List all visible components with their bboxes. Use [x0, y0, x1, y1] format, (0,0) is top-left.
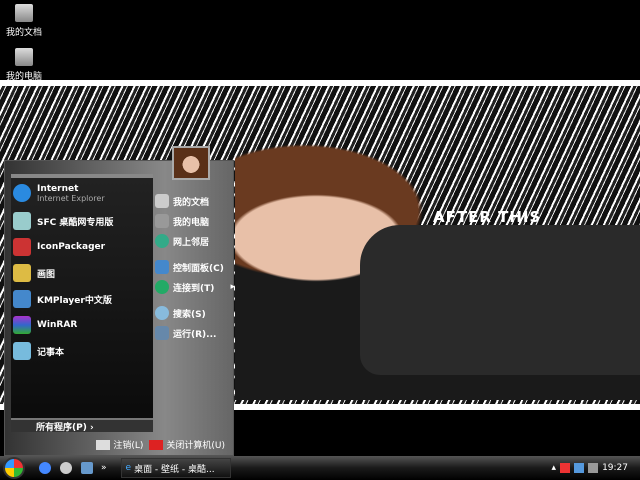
program-label: 记事本: [37, 347, 65, 358]
all-programs-label: 所有程序(P): [36, 423, 87, 433]
places-list: 我的文档 我的电脑 网上邻居 控制面板(C) 连接到(T) ▸ 搜索(S) 运行(…: [155, 191, 235, 343]
notepad-icon: [13, 342, 31, 360]
show-hidden-icons[interactable]: ▴: [552, 463, 557, 473]
qq-icon[interactable]: [560, 463, 571, 473]
network-icon: [155, 234, 169, 248]
program-label: SFC 桌酷网专用版: [37, 217, 114, 228]
taskbar: » e 桌面 - 壁纸 - 桌酷... ▴ 19:27: [0, 456, 640, 480]
search-icon: [155, 306, 169, 320]
start-button[interactable]: [3, 457, 25, 479]
place-control-panel[interactable]: 控制面板(C): [155, 257, 235, 277]
run-icon: [155, 326, 169, 340]
place-label: 连接到(T): [173, 283, 215, 294]
network-status-icon[interactable]: [574, 463, 585, 473]
wallpaper-dress: [360, 225, 640, 375]
folder-icon: [15, 4, 33, 22]
desktop-quicklaunch-icon[interactable]: [81, 462, 93, 474]
program-winrar[interactable]: WinRAR: [11, 312, 153, 338]
globe-quicklaunch-icon[interactable]: [60, 462, 72, 474]
program-label: Internet: [37, 183, 79, 194]
place-search[interactable]: 搜索(S): [155, 303, 235, 323]
computer-icon: [155, 214, 169, 228]
volume-icon[interactable]: [588, 463, 599, 473]
sfc-icon: [13, 212, 31, 230]
program-ie[interactable]: Internet Internet Explorer: [11, 178, 153, 208]
program-kmplayer[interactable]: KMPlayer中文版: [11, 286, 153, 312]
control-panel-icon: [155, 260, 169, 274]
icon-label: 我的电脑: [5, 72, 42, 82]
paint-icon: [13, 264, 31, 282]
documents-icon: [155, 194, 169, 208]
ie-quicklaunch-icon[interactable]: [39, 462, 51, 474]
chevron-right-icon: ▸: [230, 282, 235, 292]
shutdown-button[interactable]: 关闭计算机(U): [149, 438, 225, 451]
pinned-programs: Internet Internet Explorer SFC 桌酷网专用版 Ico…: [11, 174, 153, 433]
desktop-icon-my-documents[interactable]: 我的文档: [4, 4, 44, 38]
program-notepad[interactable]: 记事本: [11, 338, 153, 364]
start-menu: Internet Internet Explorer SFC 桌酷网专用版 Ico…: [4, 160, 235, 456]
place-run[interactable]: 运行(R)...: [155, 323, 235, 343]
program-label: 画图: [37, 269, 56, 280]
program-sfc[interactable]: SFC 桌酷网专用版: [11, 208, 153, 234]
program-paint[interactable]: 画图: [11, 260, 153, 286]
user-avatar[interactable]: [172, 146, 210, 180]
system-tray: ▴ 19:27: [552, 463, 640, 473]
program-iconpackager[interactable]: IconPackager: [11, 234, 153, 260]
place-label: 搜索(S): [173, 309, 206, 320]
wallpaper-text: AFTER THIS: [433, 208, 542, 226]
kmplayer-icon: [13, 290, 31, 308]
iconpackager-icon: [13, 238, 31, 256]
program-label: IconPackager: [37, 242, 106, 252]
place-label: 我的文档: [173, 197, 210, 208]
logoff-label: 注销(L): [113, 440, 144, 451]
program-sublabel: Internet Explorer: [37, 193, 105, 203]
start-menu-footer: 注销(L) 关闭计算机(U): [5, 433, 233, 455]
icon-label: 我的文档: [5, 28, 42, 38]
place-my-documents[interactable]: 我的文档: [155, 191, 235, 211]
shutdown-label: 关闭计算机(U): [166, 440, 225, 451]
taskbar-button-browser[interactable]: e 桌面 - 壁纸 - 桌酷...: [120, 458, 231, 478]
winrar-icon: [13, 316, 31, 334]
clock[interactable]: 19:27: [602, 463, 628, 473]
place-label: 控制面板(C): [173, 263, 224, 274]
place-network[interactable]: 网上邻居: [155, 231, 235, 251]
desktop-icon-my-computer[interactable]: 我的电脑: [4, 48, 44, 82]
logoff-button[interactable]: 注销(L): [96, 438, 143, 451]
all-programs-button[interactable]: 所有程序(P) ›: [11, 418, 153, 433]
globe-icon: [155, 280, 169, 294]
place-label: 运行(R)...: [173, 329, 217, 340]
place-connect-to[interactable]: 连接到(T) ▸: [155, 277, 235, 297]
program-label: KMPlayer中文版: [37, 295, 112, 306]
quicklaunch-overflow[interactable]: »: [101, 463, 107, 473]
place-label: 网上邻居: [173, 237, 210, 248]
logoff-icon: [96, 440, 111, 450]
program-label: WinRAR: [37, 320, 78, 330]
place-my-computer[interactable]: 我的电脑: [155, 211, 235, 231]
task-label: 桌面 - 壁纸 - 桌酷...: [134, 464, 215, 475]
place-label: 我的电脑: [173, 217, 210, 228]
ie-icon: [13, 184, 31, 202]
ie-icon: e: [125, 463, 132, 473]
computer-icon: [15, 48, 33, 66]
power-icon: [149, 440, 164, 450]
